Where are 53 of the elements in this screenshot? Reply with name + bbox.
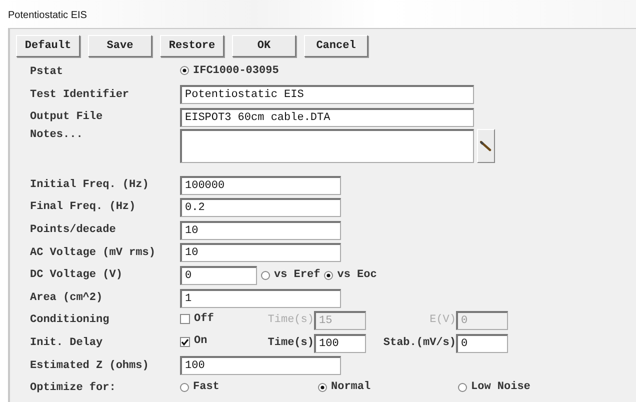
checkbox-icon[interactable]	[180, 336, 190, 347]
radio-option[interactable]: Normal	[318, 378, 371, 396]
field-label: Stab.(mV/s)	[383, 336, 456, 351]
field-label: Optimize for:	[29, 380, 117, 396]
input-field[interactable]: 100000	[180, 176, 341, 195]
field-label: Output File	[29, 110, 104, 126]
radio-option[interactable]: Fast	[180, 378, 220, 396]
input-field[interactable]: 1	[180, 288, 341, 308]
field-label: DC Voltage (V)	[29, 268, 124, 284]
field-label: Area (cm^2)	[29, 290, 104, 306]
dialog-button[interactable]: Default	[16, 35, 80, 57]
radio-icon[interactable]	[324, 270, 334, 280]
field-label: Init. Delay	[29, 336, 104, 351]
radio-icon[interactable]	[180, 382, 189, 392]
radio-option[interactable]: Low Noise	[458, 378, 530, 396]
field-label: Time(s)	[268, 336, 314, 351]
field-label: Pstat	[29, 65, 64, 80]
radio-icon[interactable]	[458, 382, 467, 392]
dialog-button[interactable]: Restore	[160, 35, 224, 57]
radio-icon[interactable]	[318, 382, 327, 392]
field-label: Notes...	[29, 128, 84, 143]
field-label: Test Identifier	[29, 88, 130, 103]
radio-option[interactable]: vs Eref	[261, 267, 320, 284]
field-label: Time(s)	[268, 313, 314, 328]
input-field[interactable]: 100	[314, 334, 366, 353]
field-label: Final Freq. (Hz)	[29, 200, 137, 216]
radio-icon[interactable]	[180, 66, 189, 76]
input-field[interactable]: 0	[180, 266, 257, 285]
input-field[interactable]: 0	[456, 334, 508, 353]
field-label: Points/decade	[29, 223, 117, 238]
notes-field[interactable]	[180, 128, 474, 163]
radio-option[interactable]: IFC1000-03095	[180, 62, 279, 80]
dialog-button[interactable]: Cancel	[304, 35, 368, 57]
checkbox-option[interactable]: Off	[180, 310, 214, 328]
input-field[interactable]: 100	[180, 356, 341, 376]
radio-icon[interactable]	[261, 270, 270, 280]
pen-button[interactable]	[477, 128, 495, 163]
field-label: Estimated Z (ohms)	[29, 358, 150, 374]
radio-option[interactable]: vs Eoc	[324, 267, 377, 284]
field-label: E(V)	[430, 313, 456, 328]
field-label: Conditioning	[29, 313, 110, 328]
input-field[interactable]: 10	[180, 220, 341, 240]
field-label: AC Voltage (mV rms)	[29, 246, 156, 261]
input-field[interactable]: 0.2	[180, 198, 341, 218]
checkbox-option[interactable]: On	[180, 333, 208, 350]
input-field[interactable]: 10	[180, 243, 341, 262]
input-field[interactable]: Potentiostatic EIS	[180, 85, 474, 104]
field-label: Initial Freq. (Hz)	[29, 178, 150, 193]
dialog-button[interactable]: Save	[88, 35, 152, 57]
dialog-button[interactable]: OK	[232, 35, 296, 57]
checkbox-icon[interactable]	[180, 314, 190, 324]
pen-icon	[480, 140, 492, 152]
input-field[interactable]: EISPOT3 60cm cable.DTA	[180, 108, 474, 127]
